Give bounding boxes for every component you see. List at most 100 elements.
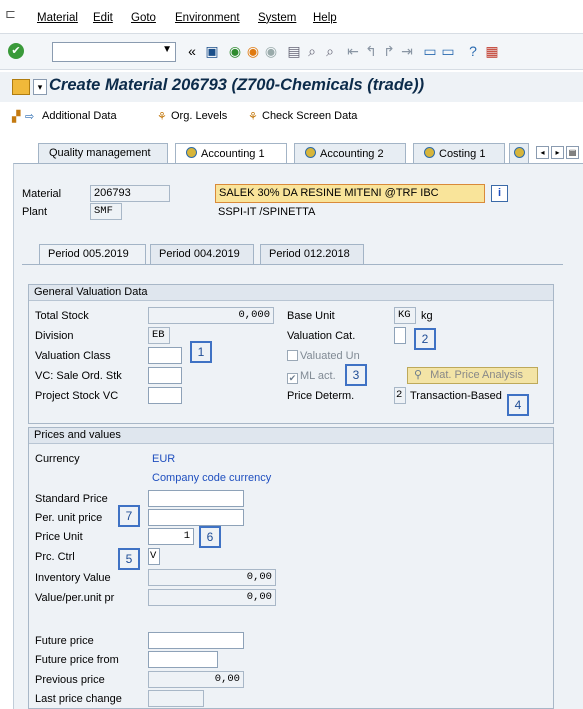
back-icon[interactable]: ◉ (227, 42, 243, 60)
period-tab-004-2019[interactable]: Period 004.2019 (150, 244, 254, 264)
menu-material[interactable]: Material (37, 12, 78, 24)
print-icon[interactable]: ▤ (286, 42, 302, 60)
base-unit-value: KG (398, 309, 411, 321)
cancel-icon[interactable]: ◉ (263, 42, 279, 60)
valuated-un-checkbox[interactable]: Valuated Un (287, 350, 360, 362)
find-icon[interactable]: ⌕ (304, 42, 320, 60)
menu-edit[interactable]: Edit (93, 12, 113, 24)
project-stock-field[interactable] (148, 387, 182, 404)
base-unit-text: kg (421, 310, 433, 322)
future-price-label: Future price (35, 635, 94, 647)
value-per-unit-label: Value/per.unit pr (35, 592, 115, 604)
price-unit-field[interactable]: 1 (148, 528, 194, 545)
future-price-field[interactable] (148, 632, 244, 649)
future-price-from-field[interactable] (148, 651, 218, 668)
valuation-cat-field[interactable] (394, 327, 406, 344)
valuated-un-label: Valuated Un (300, 350, 360, 362)
create-session-icon[interactable]: ▭ (422, 42, 438, 60)
currency-label: Currency (35, 453, 80, 465)
period-tab-012-2018[interactable]: Period 012.2018 (260, 244, 364, 264)
plant-value: SMF (94, 205, 113, 217)
menu-system[interactable]: System (258, 12, 296, 24)
prc-ctrl-field[interactable]: V (148, 548, 160, 565)
tab-overflow[interactable] (509, 143, 529, 164)
next-page-icon[interactable]: ↱ (381, 42, 397, 60)
help-icon[interactable]: ? (465, 42, 481, 60)
price-determ-label: Price Determ. (287, 390, 355, 402)
tab-list-icon[interactable]: ▤ (566, 146, 579, 159)
tab-more-icon (514, 147, 525, 158)
save-icon[interactable]: ▣ (204, 42, 220, 60)
tab-accounting-1[interactable]: Accounting 1 (175, 143, 287, 165)
price-unit-value: 1 (183, 530, 190, 542)
first-page-icon[interactable]: ⇤ (345, 42, 361, 60)
plant-description: SSPI-IT /SPINETTA (218, 206, 316, 218)
vc-sale-field[interactable] (148, 367, 182, 384)
chevron-down-icon[interactable]: ▼ (162, 44, 172, 55)
info-icon[interactable]: i (491, 185, 508, 202)
tab-accounting-2[interactable]: Accounting 2 (294, 143, 406, 164)
period-tab-label: Period 012.2018 (269, 248, 350, 260)
inventory-value-label: Inventory Value (35, 572, 111, 584)
price-determ-field: 2 (394, 387, 406, 404)
tab-scroll-left-icon[interactable]: ◂ (536, 146, 549, 159)
additional-data-button[interactable]: Additional Data (42, 110, 117, 122)
period-tab-005-2019[interactable]: Period 005.2019 (39, 244, 146, 264)
ml-act-checkbox[interactable]: ✔ ML act. (287, 370, 336, 384)
plant-field: SMF (90, 203, 122, 220)
check-screen-button[interactable]: Check Screen Data (262, 110, 357, 122)
group-header: General Valuation Data (29, 285, 553, 301)
arrow-right-icon[interactable]: ⇨ (25, 110, 34, 123)
standard-price-field[interactable] (148, 490, 244, 507)
annotation-5: 5 (118, 548, 140, 570)
checkbox-checked-icon[interactable]: ✔ (287, 373, 298, 384)
menu-bar: ⊏ Material Edit Goto Environment System … (0, 0, 583, 34)
enter-icon[interactable]: ✔ (8, 43, 24, 59)
division-field: EB (148, 327, 170, 344)
per-unit-price-field[interactable] (148, 509, 244, 526)
menu-help[interactable]: Help (313, 12, 337, 24)
price-unit-label: Price Unit (35, 531, 83, 543)
back-history-icon[interactable]: « (184, 42, 200, 60)
period-tab-label: Period 005.2019 (48, 248, 129, 260)
future-price-from-label: Future price from (35, 654, 119, 666)
previous-page-icon[interactable]: ↰ (363, 42, 379, 60)
material-label: Material (22, 188, 62, 200)
valuation-cat-label: Valuation Cat. (287, 330, 356, 342)
last-page-icon[interactable]: ⇥ (399, 42, 415, 60)
valuation-class-field[interactable] (148, 347, 182, 364)
tab-label: Quality management (49, 147, 151, 159)
menu-environment[interactable]: Environment (175, 12, 240, 24)
copy-icon[interactable]: ▞ (12, 110, 20, 123)
tab-costing-1[interactable]: Costing 1 (413, 143, 505, 164)
material-description-value: SALEK 30% DA RESINE MITENI @TRF IBC (219, 187, 439, 199)
group-header: Prices and values (29, 428, 553, 444)
dropdown-icon[interactable]: ▾ (33, 79, 47, 95)
org-levels-button[interactable]: Org. Levels (171, 110, 227, 122)
standard-price-label: Standard Price (35, 493, 108, 505)
plant-label: Plant (22, 206, 48, 218)
material-number-field: 206793 (90, 185, 170, 202)
exit-icon[interactable]: ◉ (245, 42, 261, 60)
tab-scroll-right-icon[interactable]: ▸ (551, 146, 564, 159)
check-screen-icon[interactable]: ⚘ (248, 110, 258, 123)
previous-price-label: Previous price (35, 674, 105, 686)
command-field[interactable]: ▼ (52, 42, 176, 62)
find-next-icon[interactable]: ⌕ (322, 42, 338, 60)
org-levels-icon[interactable]: ⚘ (157, 110, 167, 123)
base-unit-field: KG (394, 307, 416, 324)
tab-label: Costing 1 (439, 148, 486, 160)
division-value: EB (152, 329, 165, 341)
mat-price-analysis-button[interactable]: ⚲ Mat. Price Analysis (407, 367, 538, 384)
layout-menu-icon[interactable]: ▦ (484, 42, 500, 60)
menu-goto[interactable]: Goto (131, 12, 156, 24)
checkbox-icon[interactable] (287, 350, 298, 361)
value-per-unit-field: 0,00 (148, 589, 276, 606)
material-description-field[interactable]: SALEK 30% DA RESINE MITENI @TRF IBC (215, 184, 485, 203)
shortcut-icon[interactable]: ▭ (440, 42, 456, 60)
valuation-class-label: Valuation Class (35, 350, 111, 362)
tab-quality-management[interactable]: Quality management (38, 143, 168, 164)
annotation-7: 7 (118, 505, 140, 527)
sap-menu-icon[interactable]: ⊏ (5, 6, 16, 22)
base-unit-label: Base Unit (287, 310, 335, 322)
